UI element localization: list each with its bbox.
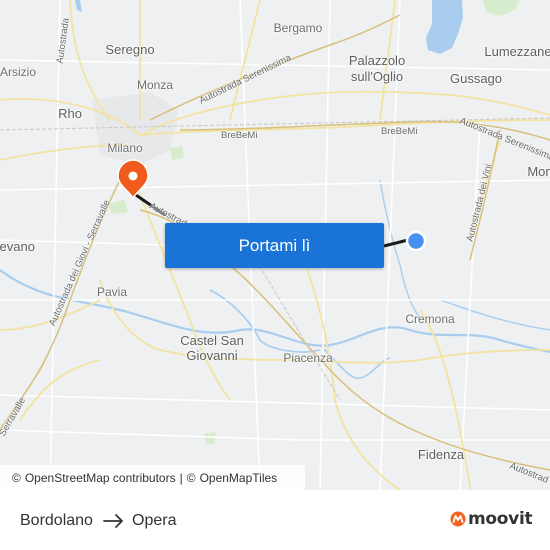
place-label: Bergamo (273, 21, 323, 35)
copyright-symbol: © (186, 470, 196, 485)
map[interactable]: Autostrada Autostrada Serenissima BreBeM… (0, 0, 550, 490)
place-label: Lumezzane (484, 44, 550, 59)
moovit-logo-icon (450, 511, 466, 527)
route-footer: Bordolano Opera moovit (0, 490, 550, 550)
place-label: cevano (0, 239, 35, 254)
attribution-separator: | (179, 470, 183, 485)
openmaptiles-attribution-link[interactable]: OpenMapTiles (200, 471, 278, 485)
route-destination: Opera (132, 512, 177, 529)
copyright-symbol: © (12, 470, 21, 485)
moovit-wordmark: moovit (468, 509, 533, 529)
route-origin: Bordolano (20, 512, 93, 529)
place-label: Monza (136, 78, 174, 92)
place-label: Pavia (96, 285, 128, 299)
place-label: Palazzolo (348, 53, 406, 68)
place-label: sull'Oglio (350, 69, 404, 84)
place-label: Fidenza (417, 447, 465, 462)
place-label: Cremona (405, 312, 455, 326)
place-label: Giovanni (186, 348, 238, 363)
destination-pin-icon[interactable] (117, 159, 149, 200)
osm-attribution-link[interactable]: OpenStreetMap contributors (25, 471, 176, 485)
place-label: Seregno (105, 42, 155, 57)
place-label: Rho (58, 106, 82, 121)
map-attribution: © OpenStreetMap contributors | © OpenMap… (0, 465, 305, 490)
place-label: Gussago (449, 71, 503, 86)
origin-marker-icon[interactable] (405, 230, 427, 252)
portami-li-button[interactable]: Portami lì (165, 223, 384, 268)
road-label: BreBeMi (381, 126, 418, 137)
place-label: Piacenza (283, 351, 333, 365)
arrow-right-icon (103, 514, 123, 528)
place-label: Milano (107, 141, 143, 155)
place-label: Mon (527, 164, 550, 179)
place-label: Arsizio (0, 65, 37, 79)
moovit-logo[interactable]: moovit (450, 509, 533, 529)
road-label: BreBeMi (221, 130, 258, 141)
place-label: Castel San (180, 333, 244, 348)
